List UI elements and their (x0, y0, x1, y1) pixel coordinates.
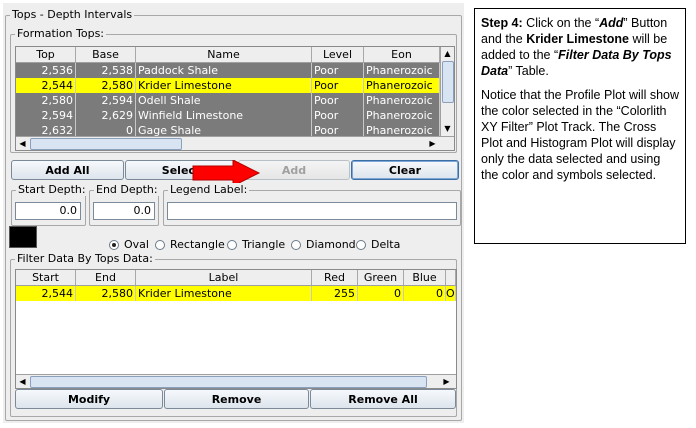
clear-button[interactable]: Clear (351, 160, 459, 180)
scroll-down-icon[interactable]: ▼ (441, 122, 454, 135)
radio-selected-icon (109, 239, 119, 250)
filter-data-title: Filter Data By Tops Data: (15, 252, 155, 265)
scroll-right-icon[interactable]: ▶ (426, 137, 439, 150)
table-row-selected[interactable]: 2,544 2,580 Krider Limestone 255 0 0 O (16, 286, 456, 301)
col-eon[interactable]: Eon (364, 47, 440, 62)
col-name[interactable]: Name (136, 47, 312, 62)
note-paragraph-2: Notice that the Profile Plot will show t… (481, 88, 680, 182)
formation-tops-hscrollbar[interactable]: ◀ ▶ (16, 136, 454, 150)
radio-unselected-icon (155, 239, 165, 250)
scroll-thumb[interactable] (442, 61, 454, 103)
add-all-button[interactable]: Add All (11, 160, 124, 180)
col-top[interactable]: Top (16, 47, 76, 62)
col-extra[interactable] (446, 270, 456, 285)
col-blue[interactable]: Blue (404, 270, 446, 285)
col-green[interactable]: Green (358, 270, 404, 285)
col-level[interactable]: Level (312, 47, 364, 62)
scroll-thumb[interactable] (30, 376, 427, 388)
panel-title: Tops - Depth Intervals (10, 8, 135, 21)
col-red[interactable]: Red (312, 270, 358, 285)
modify-button[interactable]: Modify (15, 389, 163, 409)
start-depth-label: Start Depth: (16, 183, 88, 196)
radio-unselected-icon (291, 239, 301, 250)
scroll-up-icon[interactable]: ▲ (441, 47, 454, 60)
radio-diamond[interactable]: Diamond (291, 238, 356, 251)
start-depth-input[interactable]: 0.0 (15, 202, 81, 220)
col-label[interactable]: Label (136, 270, 312, 285)
remove-all-button[interactable]: Remove All (310, 389, 456, 409)
col-start[interactable]: Start (16, 270, 76, 285)
remove-button[interactable]: Remove (164, 389, 309, 409)
formation-tops-table[interactable]: Top Base Name Level Eon 2,536 2,538 Padd… (15, 46, 455, 151)
end-depth-label: End Depth: (94, 183, 160, 196)
color-swatch-button[interactable] (9, 226, 37, 248)
scroll-right-icon[interactable]: ▶ (440, 375, 453, 388)
table-row[interactable]: 2,536 2,538 Paddock Shale Poor Phanerozo… (16, 63, 440, 78)
radio-unselected-icon (356, 239, 366, 250)
scroll-thumb[interactable] (30, 138, 182, 150)
radio-unselected-icon (227, 239, 237, 250)
table-row-selected[interactable]: 2,544 2,580 Krider Limestone Poor Phaner… (16, 78, 440, 93)
filter-data-hscrollbar[interactable]: ◀ ▶ (16, 374, 456, 388)
col-base[interactable]: Base (76, 47, 136, 62)
radio-triangle[interactable]: Triangle (227, 238, 285, 251)
formation-tops-vscrollbar[interactable]: ▲ ▼ (440, 47, 454, 136)
filter-data-table[interactable]: Start End Label Red Green Blue 2,544 2,5… (15, 269, 457, 389)
formation-tops-header: Top Base Name Level Eon (16, 47, 440, 63)
end-depth-input[interactable]: 0.0 (93, 202, 155, 220)
tops-depth-intervals-panel: Tops - Depth Intervals Formation Tops: T… (3, 3, 464, 423)
formation-tops-title: Formation Tops: (15, 27, 107, 40)
radio-delta[interactable]: Delta (356, 238, 400, 251)
scroll-left-icon[interactable]: ◀ (16, 375, 29, 388)
legend-label-input[interactable] (167, 202, 457, 220)
table-row[interactable]: 2,580 2,594 Odell Shale Poor Phanerozoic (16, 93, 440, 108)
scroll-left-icon[interactable]: ◀ (16, 137, 29, 150)
instruction-note: Step 4: Click on the “Add” Button and th… (474, 8, 686, 244)
filter-data-header: Start End Label Red Green Blue (16, 270, 456, 286)
radio-oval[interactable]: Oval (109, 238, 149, 251)
col-end[interactable]: End (76, 270, 136, 285)
radio-rectangle[interactable]: Rectangle (155, 238, 225, 251)
legend-label-label: Legend Label: (168, 183, 250, 196)
note-paragraph-1: Step 4: Click on the “Add” Button and th… (481, 16, 672, 78)
table-row[interactable]: 2,594 2,629 Winfield Limestone Poor Phan… (16, 108, 440, 123)
